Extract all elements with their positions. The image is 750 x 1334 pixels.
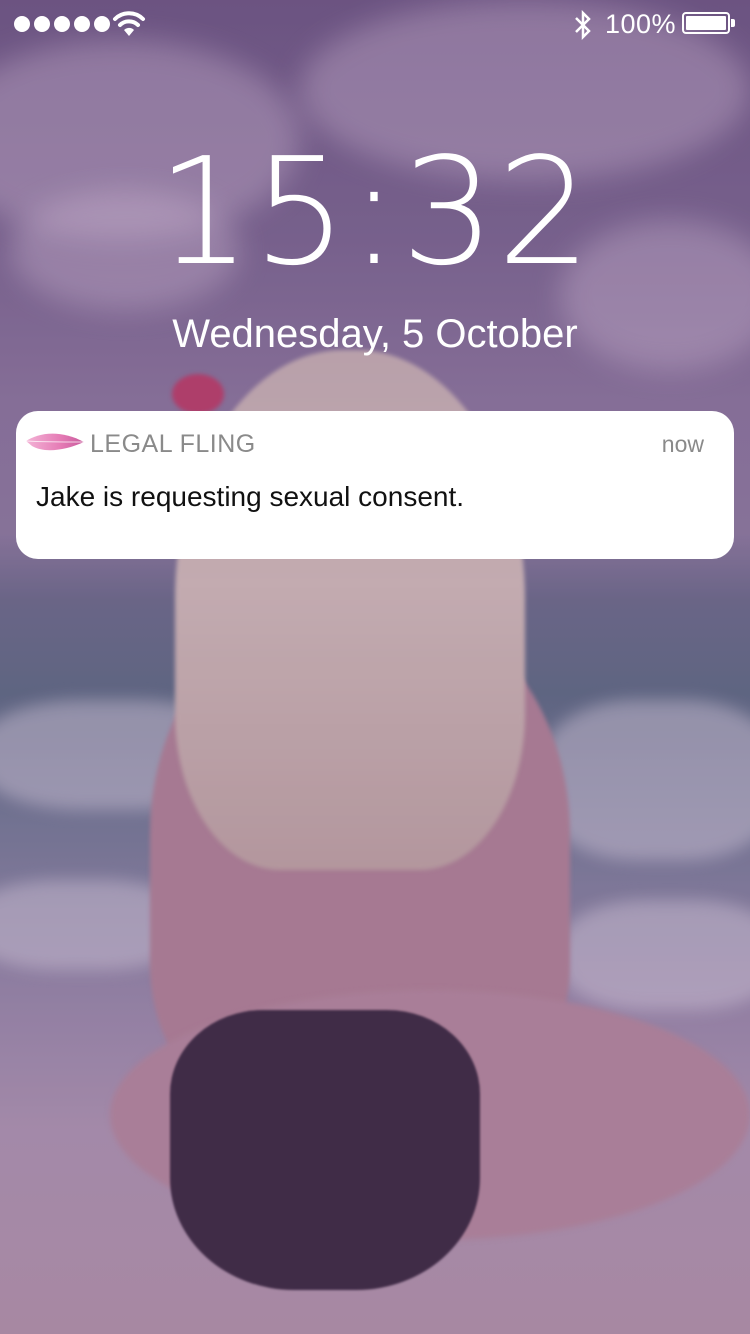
cellular-signal-icon (14, 16, 110, 32)
lock-screen-time: 15:32 (156, 126, 594, 298)
notification-timestamp: now (661, 431, 704, 457)
battery-level-fill (686, 16, 726, 30)
wifi-icon (113, 11, 145, 36)
lock-screen-date: Wednesday, 5 October (172, 312, 578, 356)
bluetooth-icon (575, 10, 591, 40)
notification-card[interactable]: LEGAL FLING now Jake is requesting sexua… (16, 411, 734, 559)
notification-message: Jake is requesting sexual consent. (36, 481, 465, 512)
notification-app-name: LEGAL FLING (90, 430, 256, 458)
notification-header: LEGAL FLING now (16, 411, 734, 475)
status-bar: 100% (0, 0, 750, 50)
battery-percentage: 100% (605, 9, 677, 39)
feather-icon (25, 433, 85, 451)
battery-icon (682, 12, 736, 36)
